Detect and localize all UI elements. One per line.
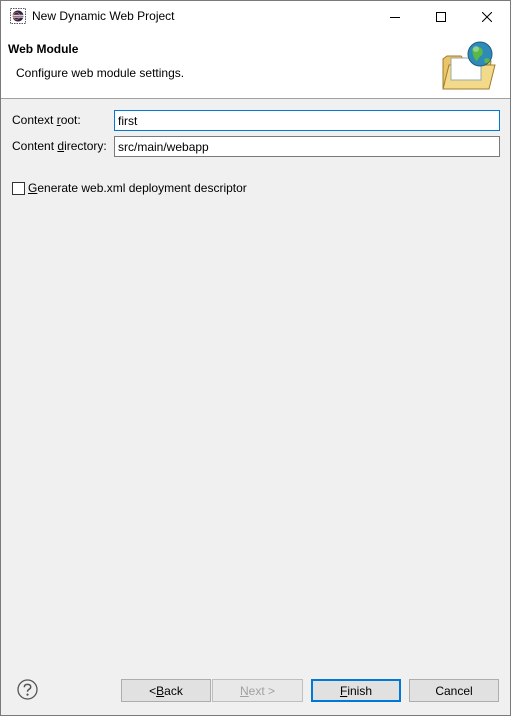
minimize-icon (390, 16, 400, 18)
page-title: Web Module (8, 42, 79, 56)
context-root-input[interactable] (114, 110, 500, 131)
web-project-folder-globe-icon (442, 41, 496, 90)
close-button[interactable] (464, 1, 510, 32)
minimize-button[interactable] (372, 1, 418, 32)
generate-webxml-option[interactable]: Generate web.xml deployment descriptor (12, 181, 247, 195)
title-bar[interactable]: New Dynamic Web Project (1, 1, 510, 32)
generate-webxml-checkbox[interactable] (12, 181, 25, 195)
dialog-window: New Dynamic Web Project Web Module Confi… (0, 0, 511, 716)
window-title: New Dynamic Web Project (32, 9, 175, 23)
content-directory-input[interactable] (114, 136, 500, 157)
close-icon (482, 11, 492, 22)
wizard-banner: Web Module Configure web module settings… (1, 32, 510, 99)
page-description: Configure web module settings. (16, 66, 185, 80)
maximize-button[interactable] (418, 1, 464, 32)
help-icon[interactable] (17, 679, 38, 700)
cancel-button[interactable]: Cancel (409, 679, 499, 702)
generate-webxml-label: Generate web.xml deployment descriptor (28, 181, 247, 195)
maximize-icon (436, 11, 446, 22)
next-button[interactable]: Next > (212, 679, 303, 702)
eclipse-app-icon (10, 8, 26, 24)
context-root-label: Context root: (12, 113, 81, 127)
content-directory-label: Content directory: (12, 139, 107, 153)
back-button[interactable]: < Back (121, 679, 211, 702)
finish-button[interactable]: Finish (311, 679, 401, 702)
